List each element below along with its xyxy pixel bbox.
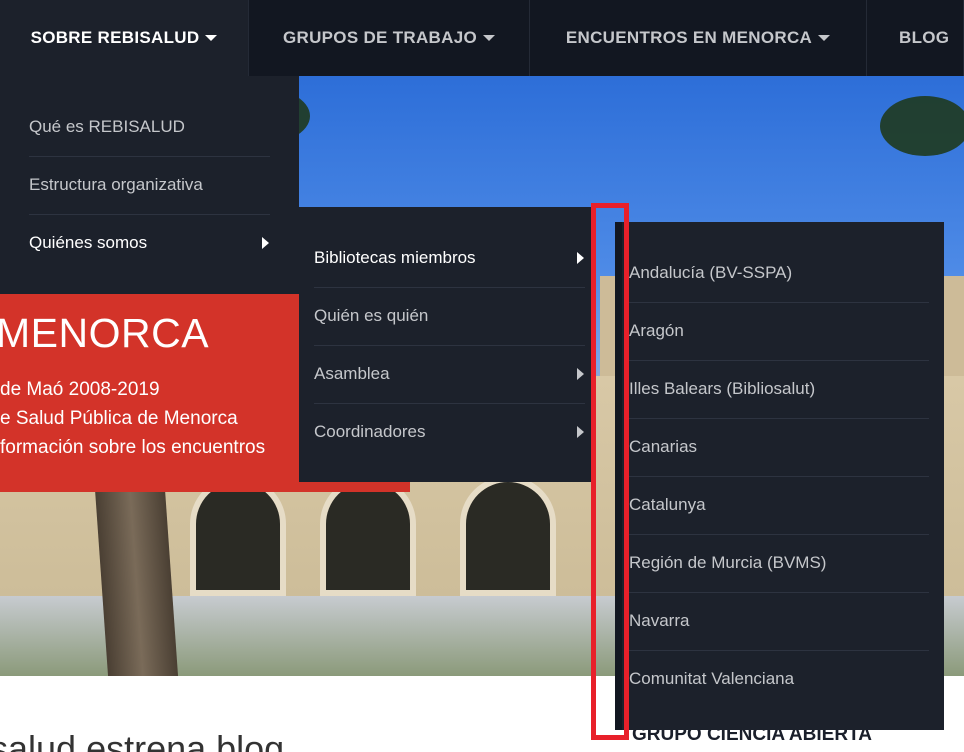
hero-arch: [460, 476, 556, 596]
menu-item-label: Andalucía (BV-SSPA): [629, 263, 793, 282]
nav-label: GRUPOS DE TRABAJO: [282, 28, 477, 47]
menu-item-estructura-organizativa[interactable]: Estructura organizativa: [0, 156, 299, 214]
hero-arch: [190, 476, 286, 596]
caret-right-icon: [577, 252, 584, 264]
menu-item-label: Qué es REBISALUD: [29, 117, 185, 136]
caret-down-icon: [818, 35, 831, 41]
menu-item-label: Asamblea: [314, 364, 390, 383]
menu-item-label: Canarias: [629, 437, 698, 456]
nav-blog[interactable]: BLOG: [867, 0, 964, 76]
hero-subtitle-line: formación sobre los encuentros: [0, 437, 266, 458]
hero-subtitle-line: e Salud Pública de Menorca: [0, 408, 238, 429]
menu-item-illes-balears[interactable]: Illes Balears (Bibliosalut): [615, 360, 944, 418]
menu-item-asamblea[interactable]: Asamblea: [299, 345, 591, 403]
menu-item-comunitat-valenciana[interactable]: Comunitat Valenciana: [615, 650, 944, 708]
caret-down-icon: [483, 35, 495, 41]
menu-item-canarias[interactable]: Canarias: [615, 418, 944, 476]
menu-item-navarra[interactable]: Navarra: [615, 592, 944, 650]
main-navigation: SOBRE REBISALUD GRUPOS DE TRABAJO ENCUEN…: [0, 0, 964, 76]
menu-item-label: Quiénes somos: [29, 233, 148, 252]
nav-label: BLOG: [899, 28, 950, 47]
menu-item-label: Comunitat Valenciana: [629, 669, 795, 688]
menu-item-label: Aragón: [629, 321, 684, 340]
menu-item-quienes-somos[interactable]: Quiénes somos: [0, 214, 299, 272]
hero-arch: [320, 476, 416, 596]
menu-item-catalunya[interactable]: Catalunya: [615, 476, 944, 534]
caret-right-icon: [577, 426, 584, 438]
nav-encuentros-en-menorca[interactable]: ENCUENTROS EN MENORCA: [530, 0, 867, 76]
menu-item-coordinadores[interactable]: Coordinadores: [299, 403, 591, 461]
menu-item-que-es-rebisalud[interactable]: Qué es REBISALUD: [0, 98, 299, 156]
menu-item-andalucia[interactable]: Andalucía (BV-SSPA): [615, 244, 944, 302]
dropdown-quienes-somos: Bibliotecas miembros Quién es quién Asam…: [299, 207, 591, 482]
menu-item-label: Catalunya: [629, 495, 706, 514]
dropdown-bibliotecas-miembros: Andalucía (BV-SSPA) Aragón Illes Balears…: [615, 222, 944, 730]
nav-grupos-de-trabajo[interactable]: GRUPOS DE TRABAJO: [249, 0, 530, 76]
hero-title: MENORCA: [0, 310, 210, 356]
menu-item-bibliotecas-miembros[interactable]: Bibliotecas miembros: [299, 229, 591, 287]
menu-item-label: Illes Balears (Bibliosalut): [629, 379, 816, 398]
menu-item-label: Estructura organizativa: [29, 175, 203, 194]
nav-label: ENCUENTROS EN MENORCA: [565, 28, 813, 47]
menu-item-label: Coordinadores: [314, 422, 426, 441]
post-heading[interactable]: salud estrena blog: [0, 728, 284, 752]
menu-item-label: Bibliotecas miembros: [314, 248, 476, 267]
menu-item-quien-es-quien[interactable]: Quién es quién: [299, 287, 591, 345]
menu-item-region-de-murcia[interactable]: Región de Murcia (BVMS): [615, 534, 944, 592]
caret-right-icon: [577, 368, 584, 380]
nav-sobre-rebisalud[interactable]: SOBRE REBISALUD: [0, 0, 249, 76]
dropdown-sobre-rebisalud: Qué es REBISALUD Estructura organizativa…: [0, 76, 299, 294]
menu-item-aragon[interactable]: Aragón: [615, 302, 944, 360]
menu-item-label: Navarra: [629, 611, 690, 630]
highlight-box: [591, 203, 629, 740]
hero-subtitle-line: de Maó 2008-2019: [0, 379, 160, 400]
nav-label: SOBRE REBISALUD: [30, 28, 200, 47]
menu-item-label: Quién es quién: [314, 306, 429, 325]
caret-right-icon: [262, 237, 269, 249]
caret-down-icon: [205, 35, 218, 41]
menu-item-label: Región de Murcia (BVMS): [629, 553, 827, 572]
palm-leaves: [880, 96, 964, 156]
